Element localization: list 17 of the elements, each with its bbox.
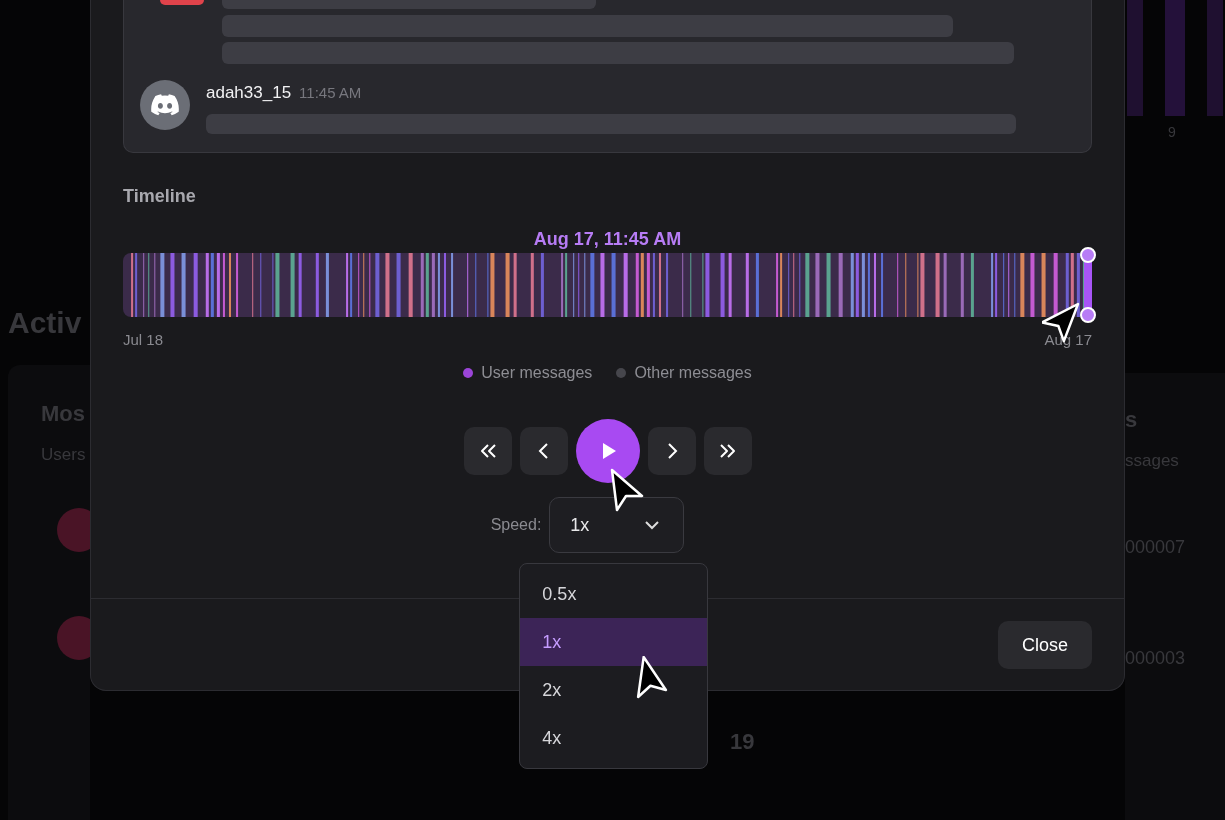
fast-forward-button[interactable] bbox=[703, 427, 752, 475]
section-label: Timeline bbox=[123, 184, 197, 208]
username: adah33_15 bbox=[206, 82, 292, 104]
dropdown-option[interactable]: 2x bbox=[520, 666, 708, 714]
rewind-button[interactable] bbox=[463, 427, 512, 475]
legend-label: Other messages bbox=[634, 363, 752, 383]
legend-label: User messages bbox=[481, 363, 593, 383]
discord-avatar-icon bbox=[140, 80, 190, 130]
dropdown-option[interactable]: 0.5x bbox=[520, 570, 708, 618]
message-time: 11:45 AM bbox=[299, 83, 362, 103]
start-date: Jul 18 bbox=[123, 329, 164, 350]
current-date: Aug 17, 11:45 AM bbox=[532, 227, 683, 251]
close-button[interactable]: Close bbox=[998, 621, 1092, 669]
speed-select[interactable]: 1x bbox=[549, 497, 685, 553]
dropdown-option[interactable]: 4x bbox=[520, 714, 708, 762]
speed-label: Speed: bbox=[490, 515, 542, 535]
dropdown-option[interactable]: 1x bbox=[520, 618, 708, 666]
